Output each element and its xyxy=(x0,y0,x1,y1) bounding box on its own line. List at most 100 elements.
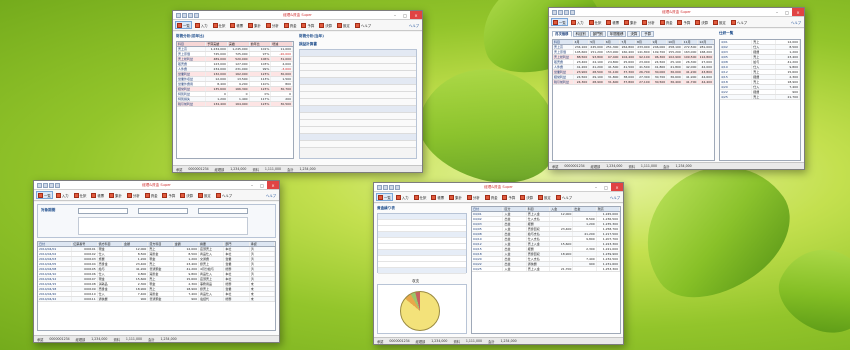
ribbon-button[interactable]: 集計 xyxy=(246,21,263,29)
ribbon-button[interactable]: 予算 xyxy=(299,21,316,29)
ribbon-button[interactable]: 仕訳 xyxy=(587,18,604,26)
quick-access-icon[interactable] xyxy=(383,184,388,190)
filter-field[interactable] xyxy=(78,208,128,214)
help-link[interactable]: ヘルプ xyxy=(791,20,804,25)
column-header[interactable]: 前年比 xyxy=(250,42,272,46)
view-tabs[interactable]: 月次推移 科目別 部門別 年間推移 決算 予算 xyxy=(552,31,655,37)
column-header[interactable]: 日付 xyxy=(472,207,504,211)
column-header[interactable]: 伝票番号 xyxy=(72,242,98,246)
maximize-icon[interactable]: □ xyxy=(782,8,792,16)
window-controls[interactable]: – □ × xyxy=(247,181,279,189)
filter-field[interactable] xyxy=(198,208,248,214)
ribbon-button[interactable]: 集計 xyxy=(622,18,639,26)
title-bar[interactable]: 経理&資金 Super – □ × xyxy=(549,8,804,17)
tab[interactable]: 決算 xyxy=(627,31,641,37)
column-header[interactable]: 5月 xyxy=(589,40,605,44)
ribbon-button[interactable]: 集計 xyxy=(107,191,124,199)
quick-access-icon[interactable] xyxy=(188,12,193,18)
ribbon-button[interactable]: 予算 xyxy=(500,193,517,201)
close-icon[interactable]: × xyxy=(792,8,804,16)
minimize-icon[interactable]: – xyxy=(772,8,782,16)
table-row[interactable]: 4/25 売上 21,700 xyxy=(720,95,800,100)
quick-access-toolbar[interactable] xyxy=(374,184,400,190)
column-header[interactable]: 9月 xyxy=(652,40,668,44)
window-controls[interactable]: – □ × xyxy=(772,8,804,16)
ribbon-button[interactable]: 決算 xyxy=(317,21,334,29)
journal-grid[interactable]: 日付 伝票番号 借方科目 金額 貸方科目 金額 摘要 部門 承認 2014/04/01 000101… xyxy=(37,241,276,331)
ribbon-button[interactable]: 決算 xyxy=(518,193,535,201)
filter-panel[interactable]: 対象期間 xyxy=(37,204,276,238)
ribbon-button[interactable]: 一覧 xyxy=(36,191,53,199)
table-row[interactable]: 税引前利益 134,400 164,900 123% 30,500 xyxy=(177,102,293,107)
ribbon-button[interactable]: 入力 xyxy=(54,191,71,199)
ribbon-button[interactable]: 帳票 xyxy=(228,21,245,29)
close-icon[interactable]: × xyxy=(611,183,623,191)
column-header[interactable]: 日付 xyxy=(38,242,73,246)
column-header[interactable]: 貸方科目 xyxy=(148,242,174,246)
column-header[interactable]: 12月 xyxy=(698,40,714,44)
ribbon-toolbar[interactable]: 一覧 入力 仕訳 帳票 集計 分析 資金 予算 決算 設定 ヘルプ ヘルプ xyxy=(549,17,804,28)
quick-access-icon[interactable] xyxy=(570,9,575,15)
ribbon-button[interactable]: 帳票 xyxy=(429,193,446,201)
column-header[interactable]: 6月 xyxy=(605,40,621,44)
ribbon-toolbar[interactable]: 一覧 入力 仕訳 帳票 集計 分析 資金 予算 決算 設定 ヘルプ ヘルプ xyxy=(173,20,422,31)
ribbon-button[interactable]: 分析 xyxy=(640,18,657,26)
monthly-grid[interactable]: 科目 4月 5月 6月 7月 8月 9月 10月 11月 12月 売上高 234,100 245,000… xyxy=(552,39,715,161)
column-header[interactable]: 11月 xyxy=(683,40,699,44)
close-icon[interactable]: × xyxy=(267,181,279,189)
quick-access-toolbar[interactable] xyxy=(549,9,575,15)
quick-access-icon[interactable] xyxy=(558,9,563,15)
column-header[interactable]: 7月 xyxy=(620,40,637,44)
ribbon-button[interactable]: 分析 xyxy=(264,21,281,29)
ribbon-button[interactable]: 予算 xyxy=(160,191,177,199)
column-header[interactable]: 部門 xyxy=(224,242,250,246)
quick-access-toolbar[interactable] xyxy=(173,12,199,18)
column-header[interactable]: 4月 xyxy=(574,40,590,44)
window-cash-flow[interactable]: 経理&資金 Super – □ × 一覧 入力 仕訳 帳票 集計 分析 資金 予算 決算 設定 ヘルプ ヘルプ… xyxy=(373,182,624,345)
ribbon-button[interactable]: 帳票 xyxy=(604,18,621,26)
column-header[interactable]: 科目 xyxy=(553,40,574,44)
table-row[interactable]: 2014/04/22 000111 通信費 900 普通預金 900 電話代 総務未 xyxy=(38,297,275,302)
quick-access-icon[interactable] xyxy=(55,182,60,188)
ribbon-button[interactable]: ヘルプ xyxy=(214,191,234,199)
journal-side-list[interactable]: 4/01 売上 12,000 4/02 仕入 8,500 4/03 経費 1,200 4/05 売上… xyxy=(719,39,801,161)
maximize-icon[interactable]: □ xyxy=(400,11,410,19)
column-header[interactable]: 承認 xyxy=(250,242,275,246)
ribbon-button[interactable]: 仕訳 xyxy=(211,21,228,29)
column-header[interactable]: 科目 xyxy=(527,207,551,211)
window-journal-list[interactable]: 経理&資金 Super – □ × 一覧 入力 仕訳 帳票 集計 分析 資金 予算 決算 設定 ヘルプ ヘルプ… xyxy=(33,180,280,343)
title-bar[interactable]: 経理&資金 Super – □ × xyxy=(374,183,623,192)
ribbon-button[interactable]: 分析 xyxy=(465,193,482,201)
column-header[interactable]: 摘要 xyxy=(199,242,225,246)
ribbon-toolbar[interactable]: 一覧 入力 仕訳 帳票 集計 分析 資金 予算 決算 設定 ヘルプ ヘルプ xyxy=(34,190,279,201)
window-controls[interactable]: – □ × xyxy=(390,11,422,19)
ribbon-button[interactable]: 仕訳 xyxy=(72,191,89,199)
column-header[interactable]: 出金 xyxy=(573,207,597,211)
maximize-icon[interactable]: □ xyxy=(257,181,267,189)
quick-access-icon[interactable] xyxy=(43,182,48,188)
ribbon-button[interactable]: 資金 xyxy=(282,21,299,29)
ribbon-button[interactable]: 資金 xyxy=(483,193,500,201)
analysis-grid[interactable]: 科目 予算実績 実績 前年比 増減 売上高 1,234,000 1,245,000 101% 11… xyxy=(176,41,294,159)
quick-access-icon[interactable] xyxy=(194,12,199,18)
window-controls[interactable]: – □ × xyxy=(591,183,623,191)
tab[interactable]: 部門別 xyxy=(589,31,606,37)
ribbon-button[interactable]: ヘルプ xyxy=(554,193,574,201)
tab[interactable]: 科目別 xyxy=(572,31,589,37)
column-header[interactable]: 借方科目 xyxy=(98,242,123,246)
ribbon-button[interactable]: 設定 xyxy=(536,193,553,201)
window-monthly-trend[interactable]: 経理&資金 Super – □ × 一覧 入力 仕訳 帳票 集計 分析 資金 予算 決算 設定 ヘルプ ヘルプ… xyxy=(548,7,805,170)
column-header[interactable]: 残高 xyxy=(597,207,620,211)
column-header[interactable]: 金額 xyxy=(174,242,199,246)
quick-access-icon[interactable] xyxy=(552,9,557,15)
ribbon-toolbar[interactable]: 一覧 入力 仕訳 帳票 集計 分析 資金 予算 決算 設定 ヘルプ ヘルプ xyxy=(374,192,623,203)
ribbon-button[interactable]: ヘルプ xyxy=(353,21,373,29)
quick-access-icon[interactable] xyxy=(49,182,54,188)
column-header[interactable]: 区分 xyxy=(503,207,527,211)
maximize-icon[interactable]: □ xyxy=(601,183,611,191)
quick-access-icon[interactable] xyxy=(182,12,187,18)
title-bar[interactable]: 経理&資金 Super – □ × xyxy=(34,181,279,190)
ribbon-button[interactable]: 集計 xyxy=(447,193,464,201)
ribbon-button[interactable]: 入力 xyxy=(569,18,586,26)
ribbon-button[interactable]: 分析 xyxy=(125,191,142,199)
